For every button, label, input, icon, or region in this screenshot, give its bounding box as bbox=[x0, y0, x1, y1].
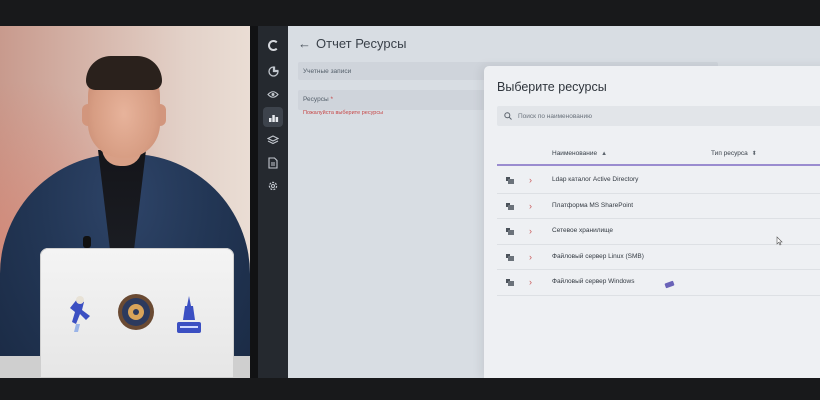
sort-asc-icon: ▲ bbox=[601, 150, 608, 157]
sticker-badge bbox=[118, 294, 154, 330]
sort-both-icon: ⬍ bbox=[751, 151, 757, 157]
table-row[interactable]: › Файловый сервер Windows bbox=[497, 270, 820, 296]
shared-screen: ← Отчет Ресурсы Учетные записи Ресурсы *… bbox=[258, 26, 820, 378]
lapel-mic bbox=[83, 236, 91, 248]
expand-chevron-icon[interactable]: › bbox=[529, 252, 532, 262]
column-name-label: Наименование bbox=[552, 150, 598, 157]
sticker-figure bbox=[70, 296, 90, 332]
search-input[interactable] bbox=[518, 112, 818, 120]
modal-title: Выберите ресурсы bbox=[497, 80, 607, 94]
table-row[interactable]: › Файловый сервер Linux (SMB) bbox=[497, 244, 820, 271]
table-row[interactable]: › Платформа MS SharePoint bbox=[497, 193, 820, 220]
resource-name: Файловый сервер Windows bbox=[552, 278, 635, 286]
app-main: ← Отчет Ресурсы Учетные записи Ресурсы *… bbox=[288, 26, 820, 378]
expand-chevron-icon[interactable]: › bbox=[529, 175, 532, 185]
resource-group-icon bbox=[506, 253, 514, 261]
eye-icon[interactable] bbox=[263, 84, 283, 104]
expand-chevron-icon[interactable]: › bbox=[529, 201, 532, 211]
resource-group-icon bbox=[506, 228, 514, 236]
table-header: Наименование ▲ Тип ресурса ⬍ bbox=[497, 142, 820, 166]
search-box[interactable] bbox=[497, 106, 820, 126]
expand-chevron-icon[interactable]: › bbox=[529, 226, 532, 236]
document-icon[interactable] bbox=[263, 153, 283, 173]
resources-table: Наименование ▲ Тип ресурса ⬍ › Ldap катало… bbox=[497, 142, 820, 296]
table-row[interactable]: › Ldap каталог Active Directory bbox=[497, 168, 820, 194]
reports-icon[interactable] bbox=[263, 107, 283, 127]
resource-group-icon bbox=[506, 177, 514, 184]
resources-label-text: Ресурсы bbox=[303, 96, 329, 103]
sidebar-rail bbox=[258, 26, 288, 378]
page-title: Отчет Ресурсы bbox=[316, 35, 407, 51]
mouse-cursor-icon bbox=[776, 236, 783, 246]
layers-icon[interactable] bbox=[263, 130, 283, 150]
resource-name: Сетевое хранилище bbox=[552, 227, 614, 235]
required-marker: * bbox=[330, 96, 333, 103]
page-header: ← Отчет Ресурсы bbox=[288, 26, 820, 60]
table-body: › Ldap каталог Active Directory › Платфо… bbox=[497, 168, 820, 296]
back-arrow-icon[interactable]: ← bbox=[298, 36, 311, 51]
loader-logo-icon[interactable] bbox=[263, 35, 283, 55]
resource-name: Ldap каталог Active Directory bbox=[552, 176, 639, 183]
dashboard-icon[interactable] bbox=[263, 61, 283, 81]
laptop bbox=[40, 248, 234, 378]
webcam-video bbox=[0, 26, 250, 378]
sticker-tower bbox=[177, 296, 201, 333]
expand-chevron-icon[interactable]: › bbox=[529, 277, 532, 287]
settings-icon[interactable] bbox=[263, 176, 283, 196]
column-type-header[interactable]: Тип ресурса ⬍ bbox=[711, 150, 757, 157]
presenter-hair bbox=[86, 56, 162, 90]
resource-group-icon bbox=[506, 279, 514, 287]
resource-name: Файловый сервер Linux (SMB) bbox=[552, 252, 644, 260]
resource-group-icon bbox=[506, 202, 514, 210]
video-top-bar bbox=[0, 0, 820, 26]
table-row[interactable]: › Сетевое хранилище bbox=[497, 219, 820, 245]
column-type-label: Тип ресурса bbox=[711, 150, 748, 157]
column-name-header[interactable]: Наименование ▲ bbox=[552, 150, 607, 157]
search-icon bbox=[504, 112, 512, 120]
select-resources-modal: Выберите ресурсы Наименование▲ Тип ресур… bbox=[484, 66, 820, 378]
resource-name: Платформа MS SharePoint bbox=[552, 201, 634, 209]
video-bottom-bar bbox=[0, 378, 820, 400]
resources-error: Пожалуйста выберите ресурсы bbox=[303, 110, 384, 116]
